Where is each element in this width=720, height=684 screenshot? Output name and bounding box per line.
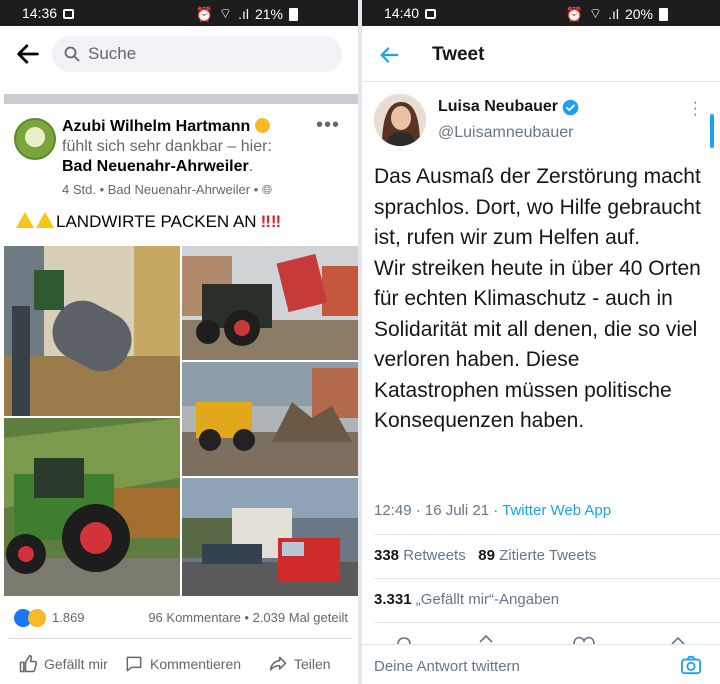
warning-icon [16,212,34,228]
verified-badge-icon [562,99,579,115]
status-icons: ⏰ ⌔ .ıl 21% [195,5,298,23]
notification-icon [63,9,75,19]
likes-label: „Gefällt mir“-Angaben [411,591,560,608]
likes-stats[interactable]: 3.331 „Gefällt mir“-Angaben [374,591,559,608]
like-button[interactable]: Gefällt mir [18,654,108,674]
likes-count: 3.331 [374,591,412,608]
wifi-icon: ⌔ [218,5,233,21]
more-options-icon[interactable]: · · · [693,95,698,123]
scrollbar[interactable] [710,114,714,148]
battery-icon [659,7,668,21]
post-actions: Gefällt mir Kommentieren Teilen [0,648,360,678]
notification-icon [425,9,437,19]
search-placeholder: Suche [88,44,137,63]
post-feeling: fühlt sich sehr dankbar – hier: [62,138,272,155]
divider [8,638,352,639]
wow-reaction-icon [28,609,46,627]
more-options-icon[interactable]: ••• [316,114,340,137]
retweets-count: 338 [374,547,400,564]
twitter-screenshot: 14:40 ⏰ ⌔ .ıl 20% Tweet Luisa Neubauer @… [362,0,720,684]
back-arrow-icon[interactable] [378,44,400,66]
comment-button[interactable]: Kommentieren [124,654,241,674]
tweet-action-icons [362,630,720,645]
tweet-timestamp: 12:49 · 16 Juli 21 · Twitter Web App [374,502,612,519]
photo-tanker[interactable] [4,246,180,416]
battery-percent: 21% [254,6,283,22]
photo-tractor-vineyard[interactable] [4,418,180,596]
camera-icon[interactable] [680,655,702,675]
thumbs-up-icon [19,654,38,673]
status-time: 14:40 [384,5,437,21]
signal-icon: .ıl [238,6,249,22]
back-arrow-icon[interactable] [14,40,42,68]
divider [374,622,720,623]
divider [374,578,720,579]
tweet-source-link[interactable]: Twitter Web App [502,502,611,519]
quotes-label: Zitierte Tweets [494,547,597,564]
retweets-label: Retweets [399,547,466,564]
feed-separator [4,94,358,104]
post-photo-grid[interactable] [4,246,358,596]
post-author[interactable]: Azubi Wilhelm Hartmann [62,118,270,136]
reply-input[interactable]: Deine Antwort twittern [374,658,520,675]
alarm-icon: ⏰ [565,5,583,22]
share-icon [269,656,287,671]
tweet-author-handle[interactable]: @Luisamneubauer [438,124,573,142]
retweet-icon [479,634,493,643]
tweet-text: Das Ausmaß der Zerstörung macht sprachlo… [374,165,701,432]
photo-loader-debris[interactable] [182,362,358,476]
status-bar: 14:36 ⏰ ⌔ .ıl 21% [0,0,360,26]
post-place[interactable]: Bad Neuenahr-Ahrweiler. [62,158,253,176]
page-title: Tweet [432,44,485,65]
alarm-icon: ⏰ [195,5,213,22]
status-bar: 14:40 ⏰ ⌔ .ıl 20% [362,0,720,26]
status-time: 14:36 [22,5,75,21]
comment-label: Kommentieren [150,656,242,672]
photo-fire-truck[interactable] [182,478,358,596]
globe-icon: 🌐︎ [261,182,273,197]
quotes-count: 89 [478,547,495,564]
battery-percent: 20% [624,6,653,22]
share-button[interactable]: Teilen [268,654,331,674]
photo-tractor-street[interactable] [182,246,358,360]
facebook-screenshot: 14:36 ⏰ ⌔ .ıl 21% Suche Azubi Wilhelm Ha… [0,0,360,684]
avatar[interactable] [14,118,56,160]
top-bar: Suche [0,26,360,82]
tweet-author-name[interactable]: Luisa Neubauer [438,98,579,116]
double-exclamation-icon: ‼‼ [260,212,282,231]
signal-icon: .ıl [608,6,619,22]
post-text: LANDWIRTE PACKEN AN ‼‼ [16,212,281,232]
post-text-body: LANDWIRTE PACKEN AN [56,212,257,231]
search-icon [64,46,80,62]
search-input[interactable]: Suche [52,36,342,72]
like-label: Gefällt mir [44,656,108,672]
top-bar: Tweet [362,26,720,82]
smiling-face-icon [254,118,270,133]
battery-icon [289,7,298,21]
post-header: Azubi Wilhelm Hartmann fühlt sich sehr d… [0,112,360,204]
retweet-quote-stats[interactable]: 338 Retweets 89 Zitierte Tweets [374,547,596,564]
comment-share-stats[interactable]: 96 Kommentare • 2.039 Mal geteilt [148,610,348,625]
wifi-icon: ⌔ [588,5,603,21]
reply-composer[interactable]: Deine Antwort twittern [362,644,720,684]
comment-icon [126,656,142,672]
status-icons: ⏰ ⌔ .ıl 20% [565,5,668,23]
divider [374,534,720,535]
avatar[interactable] [374,94,426,146]
warning-icon [36,212,54,228]
reaction-count: 1.869 [52,610,85,625]
share-label: Teilen [294,656,331,672]
post-meta: 4 Std. • Bad Neuenahr-Ahrweiler • 🌐︎ [62,182,273,197]
